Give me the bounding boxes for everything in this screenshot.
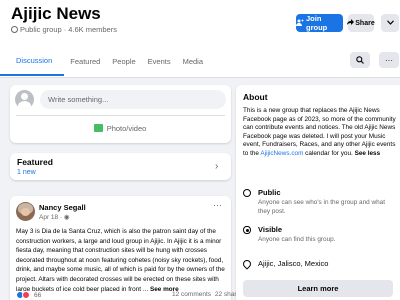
tab-featured[interactable]: Featured — [64, 46, 106, 76]
globe-icon — [11, 26, 18, 33]
share-arrow-icon — [347, 19, 355, 27]
join-group-label: Join group — [306, 14, 328, 32]
post-body: May 3 is Dia de la Santa Cruz, which is … — [16, 228, 225, 293]
avatar-face — [21, 208, 30, 216]
reaction-count: 66 — [34, 291, 42, 299]
search-icon — [356, 51, 364, 69]
chevron-down-icon — [386, 19, 394, 27]
about-title: About — [243, 92, 268, 102]
post-author[interactable]: Nancy Segall — [39, 203, 86, 212]
photo-video-button[interactable]: Photo/video — [70, 118, 170, 138]
about-website-link[interactable]: AjijicNews.com — [260, 150, 303, 157]
group-members-count[interactable]: 4.6K members — [68, 25, 117, 34]
avatar-head — [21, 93, 28, 100]
featured-title: Featured — [17, 157, 53, 167]
comments-count[interactable]: 12 comments — [172, 291, 211, 298]
tab-events[interactable]: Events — [142, 46, 177, 76]
about-section: About This is a new group that replaces … — [236, 85, 400, 300]
avatar-body — [18, 101, 31, 109]
group-header: Ajijic News Public group · 4.6K members … — [0, 0, 400, 78]
chevron-right-icon[interactable]: › — [215, 161, 218, 172]
post-menu-button[interactable]: ··· — [213, 200, 222, 210]
see-less-link[interactable]: See less — [355, 150, 381, 157]
group-meta: Public group · 4.6K members — [11, 25, 117, 34]
meta-separator: · — [63, 25, 67, 34]
group-privacy: Public group — [20, 25, 62, 34]
tab-media[interactable]: Media — [177, 46, 209, 76]
visible-title: Visible — [258, 225, 283, 234]
group-search-button[interactable] — [350, 52, 370, 68]
about-description: This is a new group that replaces the Aj… — [243, 107, 397, 159]
avatar — [15, 90, 34, 109]
public-title: Public — [258, 188, 281, 197]
love-icon — [22, 291, 30, 299]
post-time[interactable]: Apr 18 · ◉ — [39, 213, 70, 221]
eye-icon — [243, 226, 251, 234]
group-title[interactable]: Ajijic News — [11, 4, 101, 24]
divider — [16, 115, 225, 116]
author-avatar[interactable] — [16, 202, 35, 221]
featured-new-count: 1 new — [17, 169, 36, 176]
post-stats: 12 comments 22 shares — [170, 291, 243, 298]
about-text-end: calendar for you. — [303, 149, 353, 157]
reactions[interactable]: 66 — [16, 291, 41, 299]
write-something-input[interactable]: Write something... — [40, 90, 226, 109]
expand-button[interactable] — [381, 14, 399, 32]
globe-icon — [243, 189, 251, 197]
learn-more-button[interactable]: Learn more — [243, 280, 393, 297]
location-pin-icon — [241, 258, 253, 270]
post-card: Nancy Segall Apr 18 · ◉ ··· May 3 is Dia… — [10, 196, 243, 300]
people-icon — [296, 19, 304, 28]
featured-section[interactable]: Featured 1 new › — [10, 153, 231, 180]
post-text: May 3 is Dia de la Santa Cruz, which is … — [16, 227, 227, 294]
join-group-button[interactable]: Join group — [296, 14, 343, 32]
share-label: Share — [355, 19, 375, 27]
photo-video-label: Photo/video — [106, 123, 147, 133]
share-button[interactable]: Share — [347, 14, 375, 32]
group-tabs: Discussion Featured People Events Media — [0, 46, 209, 78]
tab-discussion[interactable]: Discussion — [0, 46, 65, 76]
tab-people[interactable]: People — [106, 46, 141, 76]
more-options-button[interactable]: ··· — [379, 52, 399, 68]
visible-description: Anyone can find this group. — [258, 236, 336, 243]
post-composer: Write something... Photo/video — [10, 85, 231, 143]
public-description: Anyone can see who's in the group and wh… — [258, 199, 385, 215]
location-text[interactable]: Ajijic, Jalisco, Mexico — [258, 259, 328, 268]
photo-icon — [93, 124, 103, 132]
